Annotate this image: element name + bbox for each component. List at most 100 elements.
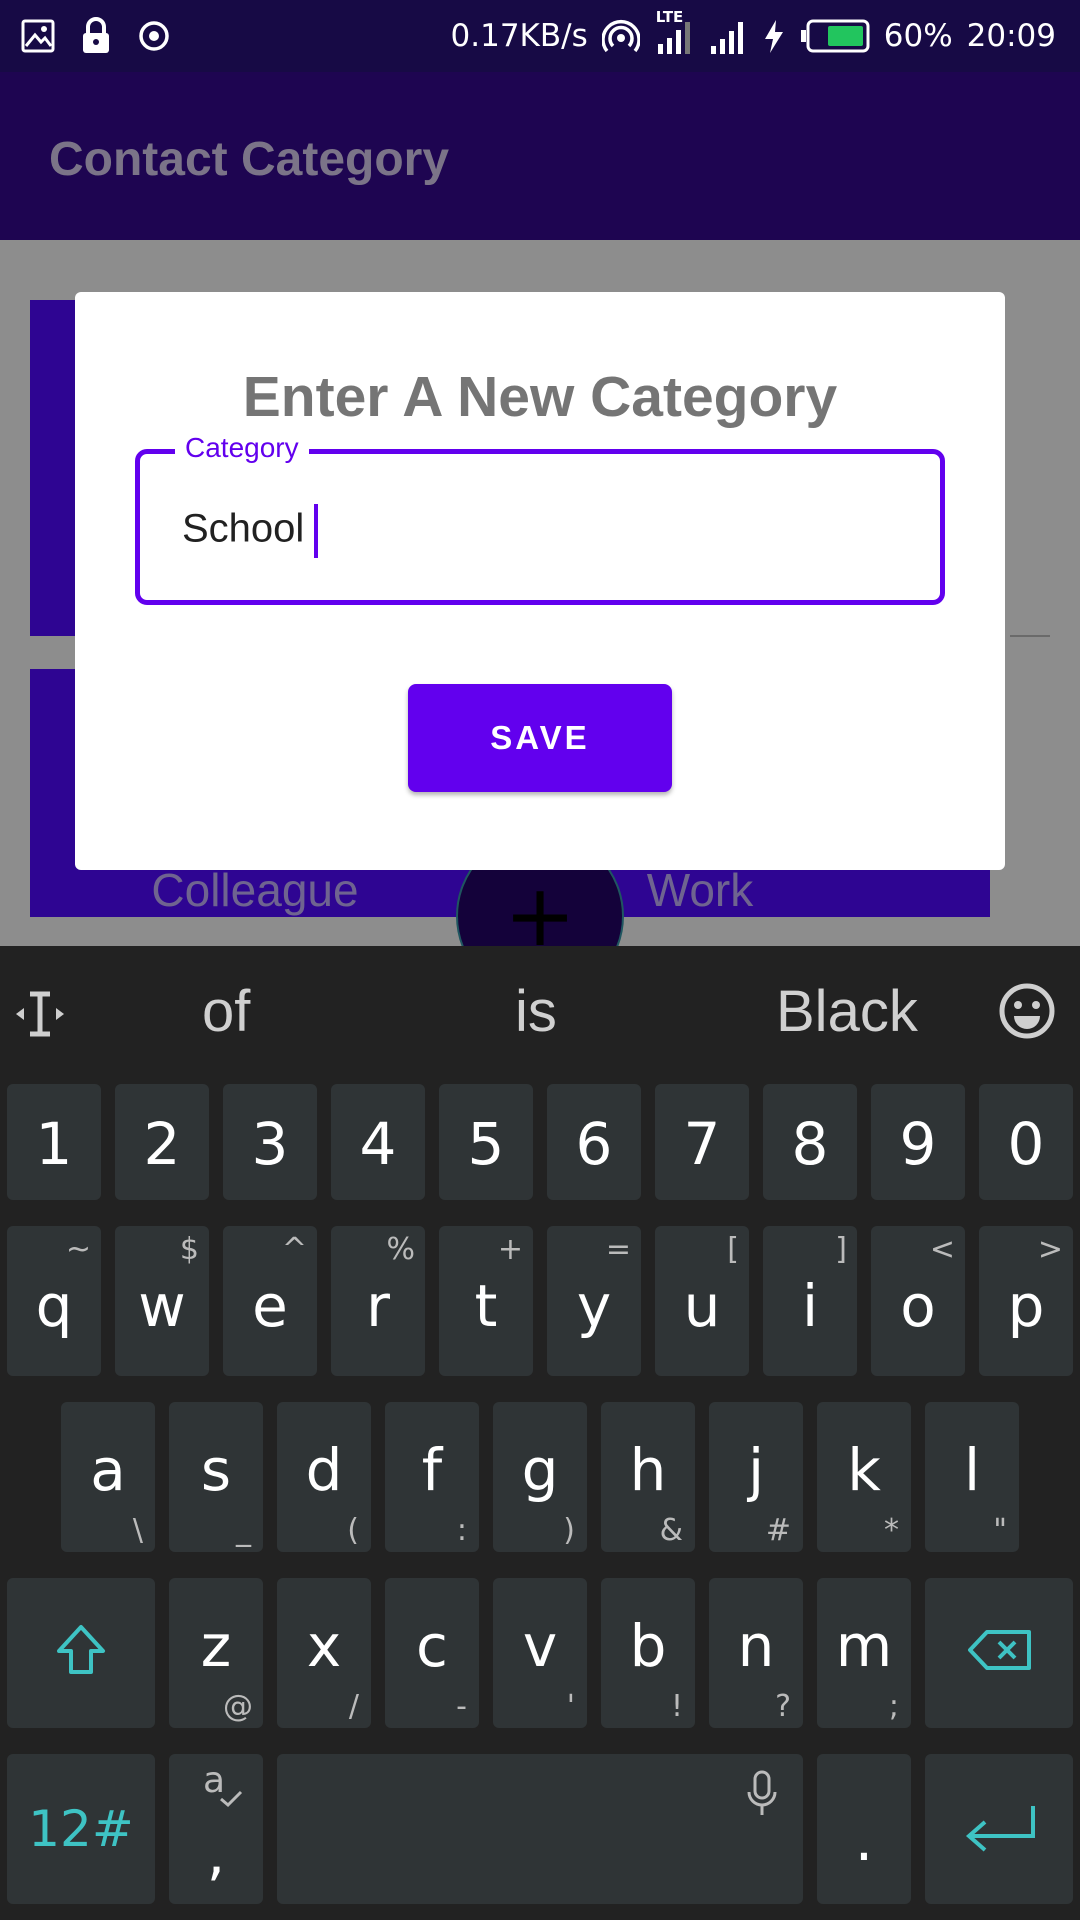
key-label: l xyxy=(963,1436,981,1504)
key-z[interactable]: z @ xyxy=(169,1578,263,1728)
key-label: k xyxy=(847,1436,881,1504)
key-label: f xyxy=(421,1436,443,1504)
key-c[interactable]: c- xyxy=(385,1578,479,1728)
key-label: i xyxy=(801,1272,819,1340)
period-key[interactable]: . xyxy=(817,1754,911,1904)
enter-key[interactable] xyxy=(925,1754,1073,1904)
key-b[interactable]: b! xyxy=(601,1578,695,1728)
key-f[interactable]: f: xyxy=(385,1402,479,1552)
key-label: x xyxy=(306,1612,342,1680)
key-label: 5 xyxy=(467,1110,505,1178)
shift-key[interactable] xyxy=(7,1578,155,1728)
save-button[interactable]: SAVE xyxy=(408,684,672,792)
language-comma-key[interactable]: a , xyxy=(169,1754,263,1904)
key-q[interactable]: ~ q xyxy=(7,1226,101,1376)
key-a[interactable]: a \ xyxy=(61,1402,155,1552)
key-hint: @ xyxy=(223,1689,253,1724)
key-t[interactable]: + t xyxy=(439,1226,533,1376)
key-j[interactable]: j # xyxy=(709,1402,803,1552)
key-k[interactable]: k * xyxy=(817,1402,911,1552)
key-label: q xyxy=(35,1272,73,1340)
key-label: m xyxy=(835,1612,893,1680)
key-1[interactable]: 1 xyxy=(7,1084,101,1200)
symbols-key[interactable]: 12# xyxy=(7,1754,155,1904)
lte-signal: LTE xyxy=(654,8,694,58)
key-hint: ~ xyxy=(65,1232,91,1267)
key-8[interactable]: 8 xyxy=(763,1084,857,1200)
key-hint: * xyxy=(884,1513,899,1548)
key-r[interactable]: % r xyxy=(331,1226,425,1376)
key-u[interactable]: [u xyxy=(655,1226,749,1376)
enter-icon xyxy=(965,1806,1035,1852)
key-hint: ! xyxy=(670,1689,683,1724)
key-3[interactable]: 3 xyxy=(223,1084,317,1200)
key-label: t xyxy=(474,1272,498,1340)
clock: 20:09 xyxy=(966,18,1056,54)
key-label: c xyxy=(416,1612,448,1680)
key-2[interactable]: 2 xyxy=(115,1084,209,1200)
key-label: g xyxy=(521,1436,559,1504)
toolbar-title: Contact Category xyxy=(49,133,450,186)
space-key[interactable] xyxy=(277,1754,803,1904)
key-w[interactable]: $ w xyxy=(115,1226,209,1376)
key-m[interactable]: m; xyxy=(817,1578,911,1728)
key-hint: % xyxy=(386,1232,415,1267)
key-9[interactable]: 9 xyxy=(871,1084,965,1200)
suggestion-item[interactable]: Black xyxy=(776,978,918,1045)
key-hint: ' xyxy=(566,1689,575,1724)
key-p[interactable]: > p xyxy=(979,1226,1073,1376)
key-hint: $ xyxy=(179,1232,199,1267)
key-d[interactable]: d( xyxy=(277,1402,371,1552)
status-left-icons xyxy=(20,16,172,56)
key-6[interactable]: 6 xyxy=(547,1084,641,1200)
key-5[interactable]: 5 xyxy=(439,1084,533,1200)
microphone-icon xyxy=(747,1770,777,1815)
category-input[interactable]: School xyxy=(182,504,319,558)
suggestion-item[interactable]: of xyxy=(202,978,250,1045)
key-4[interactable]: 4 xyxy=(331,1084,425,1200)
app-screen: Contact Category C Colleague W Work + En… xyxy=(0,72,1080,1000)
key-label: z xyxy=(200,1612,232,1680)
key-hint: \ xyxy=(132,1513,143,1548)
category-field[interactable]: Category School xyxy=(135,432,945,605)
key-g[interactable]: g) xyxy=(493,1402,587,1552)
key-o[interactable]: < o xyxy=(871,1226,965,1376)
battery-icon xyxy=(800,19,870,53)
key-y[interactable]: = y xyxy=(547,1226,641,1376)
cursor-move-icon[interactable] xyxy=(14,988,66,1040)
app-toolbar: Contact Category xyxy=(0,72,1080,240)
key-hint: < xyxy=(929,1232,955,1267)
key-label: n xyxy=(737,1612,775,1680)
suggestion-bar: of is Black xyxy=(0,946,1080,1078)
key-7[interactable]: 7 xyxy=(655,1084,749,1200)
backspace-key[interactable] xyxy=(925,1578,1073,1728)
emoji-icon[interactable] xyxy=(998,982,1056,1040)
check-icon xyxy=(220,1790,243,1808)
key-x[interactable]: x / xyxy=(277,1578,371,1728)
key-s[interactable]: s _ xyxy=(169,1402,263,1552)
key-0[interactable]: 0 xyxy=(979,1084,1073,1200)
key-label: 3 xyxy=(251,1110,289,1178)
battery-percent: 60% xyxy=(883,18,953,54)
key-label: b xyxy=(629,1612,667,1680)
key-label: 7 xyxy=(683,1110,721,1178)
suggestion-item[interactable]: is xyxy=(515,978,557,1045)
key-hint: " xyxy=(993,1513,1007,1548)
key-hint: : xyxy=(456,1513,467,1548)
key-hint: ] xyxy=(835,1232,847,1267)
key-hint: ? xyxy=(775,1689,791,1724)
key-n[interactable]: n? xyxy=(709,1578,803,1728)
status-bar: 0.17KB/s LTE 60% 20:09 xyxy=(0,0,1080,72)
key-v[interactable]: v ' xyxy=(493,1578,587,1728)
key-label: p xyxy=(1007,1272,1045,1340)
key-e[interactable]: ^ e xyxy=(223,1226,317,1376)
key-label: a xyxy=(90,1436,126,1504)
key-label: e xyxy=(252,1272,288,1340)
key-i[interactable]: ] i xyxy=(763,1226,857,1376)
key-h[interactable]: h & xyxy=(601,1402,695,1552)
key-label: u xyxy=(683,1272,721,1340)
key-label: 9 xyxy=(899,1110,937,1178)
key-label: d xyxy=(305,1436,343,1504)
key-l[interactable]: l " xyxy=(925,1402,1019,1552)
key-label: 6 xyxy=(575,1110,613,1178)
